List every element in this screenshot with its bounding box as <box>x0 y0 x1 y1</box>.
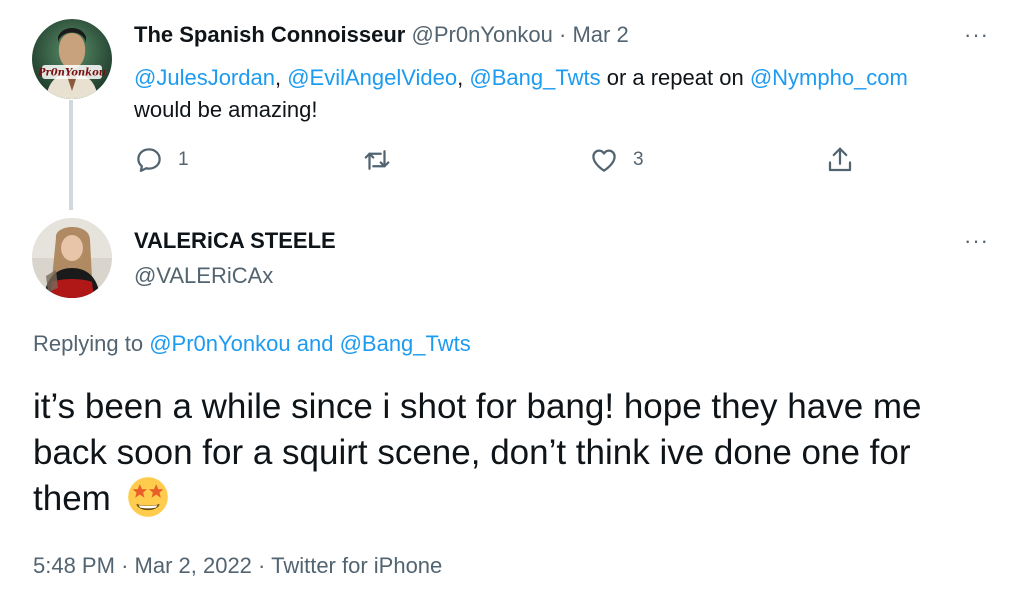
mention-comma: , <box>457 65 464 90</box>
tweet1-separator: · <box>559 22 567 47</box>
tweet2-display-name[interactable]: VALERiCA STEELE <box>134 228 336 254</box>
avatar-spanish-connoisseur[interactable]: Pr0nYonkou <box>32 19 112 99</box>
tweet1-header: The Spanish Connoisseur @Pr0nYonkou · Ma… <box>134 22 629 48</box>
replying-and[interactable]: and <box>297 331 334 356</box>
like-count: 3 <box>633 149 644 170</box>
tweet-time[interactable]: 5:48 PM <box>33 553 115 578</box>
reply-icon <box>137 148 161 172</box>
replying-to: Replying to @Pr0nYonkou and @Bang_Twts <box>33 331 471 357</box>
tweet1-text-end: would be amazing! <box>134 97 318 122</box>
star-struck-emoji-icon <box>127 477 168 517</box>
tweet2-meta: 5:48 PM · Mar 2, 2022 · Twitter for iPho… <box>33 553 442 579</box>
tweet2-handle[interactable]: @VALERiCAx <box>134 263 273 289</box>
thread-connector <box>69 100 73 210</box>
tweet1-more-button[interactable]: ··· <box>964 22 989 48</box>
mention-link[interactable]: @JulesJordan <box>134 65 275 90</box>
more-icon: ··· <box>964 228 989 253</box>
tweet2-text: it’s been a while since i shot for bang!… <box>33 384 993 522</box>
replying-user-link[interactable]: @Pr0nYonkou <box>149 331 290 356</box>
share-icon <box>828 147 852 172</box>
meta-separator: · <box>258 553 266 578</box>
share-button[interactable] <box>825 145 855 175</box>
tweet1-display-name[interactable]: The Spanish Connoisseur <box>134 22 405 47</box>
tweet2-name-text: VALERiCA STEELE <box>134 228 336 253</box>
meta-separator: · <box>121 553 129 578</box>
tweet1-handle[interactable]: @Pr0nYonkou <box>412 22 553 47</box>
retweet-icon <box>364 150 390 170</box>
mention-comma: , <box>274 65 282 90</box>
retweet-button[interactable] <box>362 145 392 175</box>
tweet1-date[interactable]: Mar 2 <box>572 22 628 47</box>
like-button[interactable]: 3 <box>589 145 644 175</box>
more-icon: ··· <box>964 22 989 47</box>
avatar-logo-text: Pr0nYonkou <box>37 68 106 79</box>
like-icon <box>592 149 616 172</box>
mention-link[interactable]: @Bang_Twts <box>469 65 600 90</box>
tweet-source[interactable]: Twitter for iPhone <box>271 553 442 578</box>
mention-link[interactable]: @Nympho_com <box>750 65 908 90</box>
tweet2-more-button[interactable]: ··· <box>964 228 989 254</box>
avatar-valerica-steele[interactable] <box>32 218 112 298</box>
tweet-date[interactable]: Mar 2, 2022 <box>135 553 252 578</box>
tweet1-text: @JulesJordan, @EvilAngelVideo, @Bang_Twt… <box>134 62 1004 126</box>
reply-count: 1 <box>178 149 189 170</box>
replying-prefix: Replying to <box>33 331 144 356</box>
tweet1-text-segment: or a repeat on <box>606 65 744 90</box>
reply-button[interactable]: 1 <box>134 145 189 175</box>
replying-user-link[interactable]: @Bang_Twts <box>340 331 471 356</box>
mention-link[interactable]: @EvilAngelVideo <box>287 65 457 90</box>
